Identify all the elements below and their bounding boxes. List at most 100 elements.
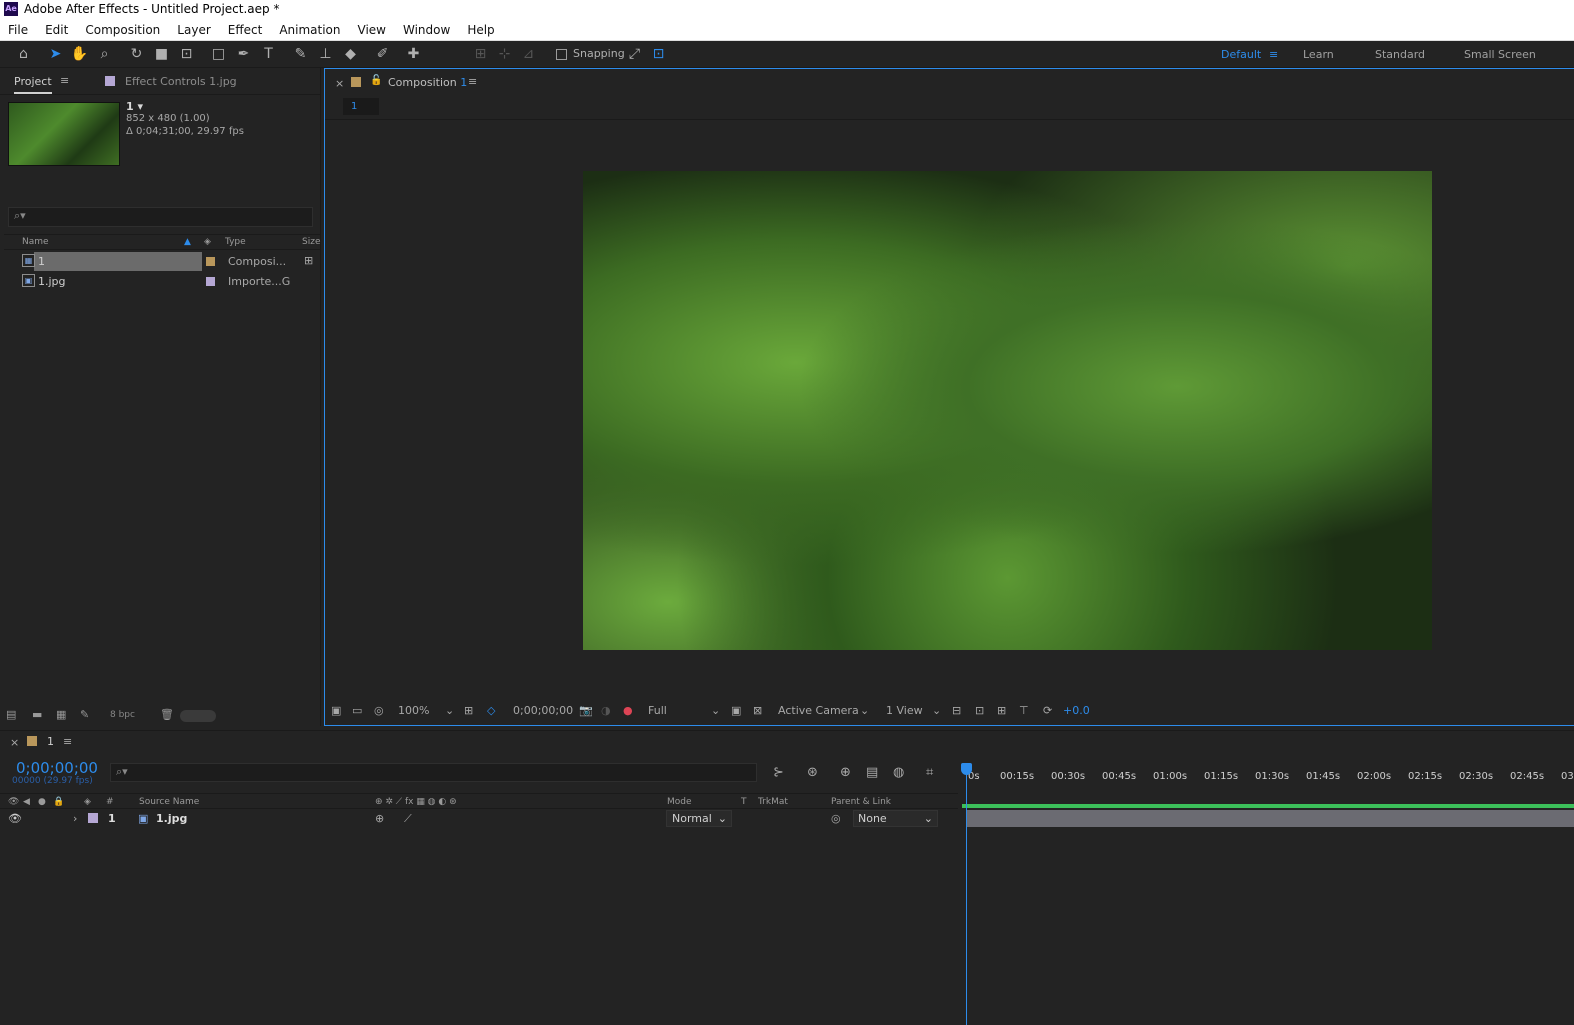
switches-icon[interactable]: ⊕ ✲ ⟋ fx ▦ ◍ ◐ ⊛ [375, 797, 457, 807]
playhead[interactable] [966, 765, 967, 1025]
current-time[interactable]: 0;00;00;00 [513, 704, 573, 717]
workspace-standard[interactable]: Standard [1375, 48, 1425, 61]
video-toggle-icon[interactable]: 👁 [8, 797, 19, 807]
thumbnail-size-slider[interactable] [180, 710, 216, 722]
timeline-current-time[interactable]: 0;00;00;00 [16, 759, 98, 777]
eye-icon[interactable]: 👁 [8, 812, 22, 825]
panel-menu-icon[interactable]: ≡ [63, 735, 72, 748]
composition-viewer[interactable] [583, 171, 1432, 650]
flowchart-icon[interactable]: ⊞ [304, 254, 313, 267]
project-item-composition[interactable]: ▦ 1 Composi... ⊞ [4, 252, 321, 271]
chevron-right-icon[interactable]: › [73, 812, 77, 825]
puppet-tool-icon[interactable]: ✚ [404, 45, 423, 64]
lock-icon[interactable]: 🔓 [370, 75, 382, 86]
channel-icon[interactable]: ● [623, 704, 633, 717]
menu-effect[interactable]: Effect [228, 23, 263, 37]
column-number[interactable]: # [106, 797, 114, 807]
pixel-aspect-icon[interactable]: ⊟ [952, 704, 961, 717]
show-snapshot-icon[interactable]: ◑ [601, 704, 611, 717]
quality-switch-icon[interactable]: ⟋ [404, 812, 412, 826]
timeline-track-area[interactable] [962, 793, 1574, 1025]
menu-edit[interactable]: Edit [45, 23, 68, 37]
column-mode[interactable]: Mode [667, 797, 692, 807]
camera-dropdown[interactable]: Active Camera [778, 704, 859, 717]
adjust-project-icon[interactable]: ✎ [80, 708, 89, 721]
draft-3d-icon[interactable]: ⊛ [807, 765, 818, 780]
workspace-default[interactable]: Default [1221, 48, 1261, 61]
selected-item-name[interactable]: 1 ▾ [126, 100, 143, 113]
workspace-learn[interactable]: Learn [1303, 48, 1334, 61]
color-depth[interactable]: 8 bpc [110, 710, 135, 720]
label-column-icon[interactable]: ◈ [204, 237, 211, 247]
menu-view[interactable]: View [358, 23, 386, 37]
hand-tool-icon[interactable]: ✋ [70, 45, 89, 64]
selection-tool-icon[interactable]: ➤ [46, 45, 65, 64]
panel-menu-icon[interactable]: ≡ [60, 74, 69, 87]
workspace-menu-icon[interactable]: ≡ [1269, 48, 1278, 61]
project-item-image[interactable]: ▣ 1.jpg Importe...G [4, 272, 321, 291]
reset-exposure-icon[interactable]: ⟳ [1043, 704, 1052, 717]
always-preview-icon[interactable]: ▣ [331, 704, 341, 717]
clone-stamp-tool-icon[interactable]: ⊥ [316, 45, 335, 64]
pen-tool-icon[interactable]: ✒ [234, 45, 253, 64]
camera-tool-icon[interactable]: ■ [152, 45, 171, 64]
composition-breadcrumb[interactable]: 1 [343, 98, 379, 115]
menu-composition[interactable]: Composition [85, 23, 160, 37]
menu-help[interactable]: Help [467, 23, 494, 37]
label-swatch[interactable] [206, 277, 215, 286]
audio-toggle-icon[interactable]: ◀ [23, 797, 30, 807]
interpret-footage-icon[interactable]: ▤ [6, 708, 16, 721]
pick-whip-icon[interactable]: ◎ [831, 812, 841, 825]
view-layout-dropdown[interactable]: 1 View [886, 704, 923, 717]
type-tool-icon[interactable]: T [259, 45, 278, 64]
menu-animation[interactable]: Animation [279, 23, 340, 37]
project-search-input[interactable] [8, 207, 313, 227]
eraser-tool-icon[interactable]: ◆ [341, 45, 360, 64]
timeline-layer-row[interactable]: 👁 › 1 ▣ 1.jpg ⊕ ⟋ Normal ⌄ ◎ None ⌄ [0, 810, 958, 828]
flowchart-icon[interactable]: ⊤ [1019, 704, 1029, 717]
shy-switch-icon[interactable]: ⊕ [375, 812, 384, 825]
close-icon[interactable]: × [10, 736, 19, 749]
shy-layers-icon[interactable]: ⊕ [840, 765, 851, 780]
work-area-bar[interactable] [962, 804, 1574, 808]
fast-previews-icon[interactable]: ⊡ [975, 704, 984, 717]
new-folder-icon[interactable]: ▬ [32, 708, 42, 721]
label-column-icon[interactable]: ◈ [84, 797, 91, 807]
roto-brush-tool-icon[interactable]: ✐ [373, 45, 392, 64]
region-of-interest-icon[interactable]: ▣ [731, 704, 741, 717]
zoom-dropdown[interactable]: 100% [398, 704, 429, 717]
chevron-down-icon[interactable]: ⌄ [445, 704, 454, 717]
column-t[interactable]: T [741, 797, 747, 807]
brush-tool-icon[interactable]: ✎ [291, 45, 310, 64]
exposure-value[interactable]: +0.0 [1063, 704, 1090, 717]
safe-margins-icon[interactable]: ⊞ [464, 704, 473, 717]
menu-window[interactable]: Window [403, 23, 450, 37]
resolution-dropdown[interactable]: Full [648, 704, 667, 717]
tab-timeline[interactable]: 1 [47, 735, 54, 748]
composition-flowchart-icon[interactable]: ⊱ [773, 765, 784, 780]
column-size[interactable]: Size [302, 237, 320, 247]
column-type[interactable]: Type [225, 237, 246, 247]
monitor-icon[interactable]: ▭ [352, 704, 362, 717]
tab-project[interactable]: Project [14, 75, 52, 94]
timeline-icon[interactable]: ⊞ [997, 704, 1006, 717]
mask-visibility-icon[interactable]: ◎ [374, 704, 384, 717]
chevron-down-icon[interactable]: ⌄ [860, 704, 869, 717]
toggle-transparency-icon[interactable]: ⊠ [753, 704, 762, 717]
parent-dropdown[interactable]: None ⌄ [853, 810, 938, 827]
motion-blur-icon[interactable]: ◍ [893, 765, 904, 780]
time-ruler[interactable]: 0s 00:15s 00:30s 00:45s 01:00s 01:15s 01… [962, 763, 1574, 791]
playhead-handle[interactable] [961, 763, 972, 775]
menu-layer[interactable]: Layer [177, 23, 210, 37]
frame-blending-icon[interactable]: ▤ [866, 765, 878, 780]
pan-behind-tool-icon[interactable]: ⊡ [177, 45, 196, 64]
transparency-grid-icon[interactable]: ◇ [487, 704, 495, 717]
chevron-down-icon[interactable]: ⌄ [711, 704, 720, 717]
sort-ascending-icon[interactable]: ▲ [184, 237, 191, 247]
tab-composition[interactable]: Composition 1 [388, 76, 467, 89]
trash-icon[interactable]: 🗑 [160, 708, 174, 721]
layer-duration-bar[interactable] [966, 810, 1574, 827]
timeline-search-input[interactable] [110, 763, 757, 782]
column-parent[interactable]: Parent & Link [831, 797, 891, 807]
snap-features-icon[interactable]: ⊡ [649, 45, 668, 64]
